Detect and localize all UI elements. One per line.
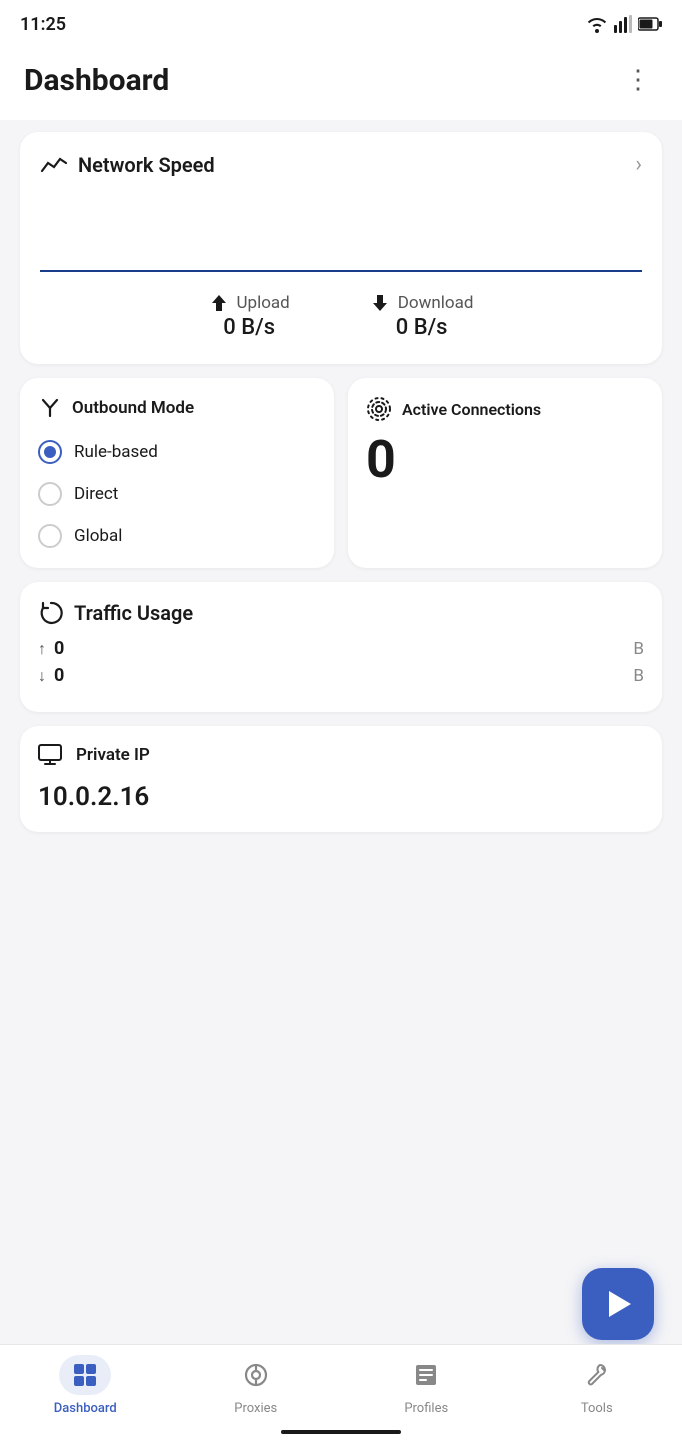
start-button[interactable]	[582, 1268, 654, 1340]
network-speed-chevron[interactable]: ›	[635, 152, 642, 177]
download-icon	[370, 293, 390, 313]
dashboard-icon	[72, 1362, 98, 1388]
upload-label: Upload	[237, 293, 290, 313]
outbound-mode-card: Outbound Mode Rule-based Direct Global	[20, 378, 334, 568]
profiles-icon	[413, 1362, 439, 1388]
private-ip-icon	[38, 744, 66, 766]
connections-title-row: Active Connections	[366, 396, 644, 422]
traffic-title-row: Traffic Usage	[38, 600, 644, 626]
active-connections-card: Active Connections 0	[348, 378, 662, 568]
middle-cards-row: Outbound Mode Rule-based Direct Global	[20, 378, 662, 568]
network-speed-header: Network Speed ›	[40, 152, 642, 177]
active-connections-icon	[366, 396, 392, 422]
traffic-usage-card: Traffic Usage ↑ 0 B ↓ 0 B	[20, 582, 662, 712]
wifi-icon	[586, 15, 608, 33]
network-speed-chart	[40, 193, 642, 273]
play-icon	[609, 1291, 631, 1317]
outbound-title-row: Outbound Mode	[38, 396, 316, 420]
connections-title: Active Connections	[402, 400, 541, 419]
private-ip-card: Private IP 10.0.2.16	[20, 726, 662, 832]
traffic-download-unit: B	[633, 666, 644, 686]
traffic-upload-unit: B	[633, 639, 644, 659]
network-speed-card: Network Speed › Upload 0 B/s	[20, 132, 662, 364]
radio-circle-direct	[38, 482, 62, 506]
header: Dashboard ⋮	[0, 44, 682, 120]
radio-label-direct: Direct	[74, 484, 118, 504]
download-stat: Download 0 B/s	[370, 293, 474, 340]
nav-item-proxies[interactable]: Proxies	[216, 1355, 296, 1416]
traffic-download-left: ↓ 0	[38, 665, 64, 686]
nav-icon-profiles	[400, 1355, 452, 1395]
traffic-download-row: ↓ 0 B	[38, 665, 644, 686]
radio-inner-rule-based	[44, 446, 56, 458]
upload-value: 0 B/s	[223, 315, 275, 340]
traffic-usage-icon	[38, 600, 64, 626]
download-value: 0 B/s	[396, 315, 448, 340]
radio-circle-rule-based	[38, 440, 62, 464]
nav-label-tools: Tools	[581, 1401, 613, 1416]
network-speed-title-row: Network Speed	[40, 153, 215, 177]
proxies-icon	[243, 1362, 269, 1388]
download-label: Download	[398, 293, 474, 313]
status-icons	[586, 15, 662, 33]
nav-label-proxies: Proxies	[234, 1401, 277, 1416]
speed-chart-svg	[40, 193, 642, 273]
network-speed-icon	[40, 153, 68, 177]
radio-rule-based[interactable]: Rule-based	[38, 440, 316, 464]
status-time: 11:25	[20, 14, 66, 35]
connections-count: 0	[366, 434, 644, 486]
nav-icon-dashboard	[59, 1355, 111, 1395]
nav-icon-tools	[571, 1355, 623, 1395]
main-content: Network Speed › Upload 0 B/s	[0, 120, 682, 932]
traffic-title: Traffic Usage	[74, 601, 193, 625]
upload-stat: Upload 0 B/s	[209, 293, 290, 340]
radio-label-global: Global	[74, 526, 122, 546]
status-bar: 11:25	[0, 0, 682, 44]
download-arrow: ↓	[38, 666, 46, 686]
battery-icon	[638, 17, 662, 31]
traffic-rows: ↑ 0 B ↓ 0 B	[38, 638, 644, 686]
nav-icon-proxies	[230, 1355, 282, 1395]
private-ip-title: Private IP	[76, 745, 150, 765]
private-ip-row: Private IP 10.0.2.16	[20, 726, 662, 832]
outbound-mode-title: Outbound Mode	[72, 398, 194, 418]
traffic-row: Traffic Usage ↑ 0 B ↓ 0 B	[20, 582, 662, 712]
radio-label-rule-based: Rule-based	[74, 442, 158, 462]
nav-label-profiles: Profiles	[404, 1401, 448, 1416]
page-title: Dashboard	[24, 63, 169, 98]
speed-stats: Upload 0 B/s Download 0 B/s	[40, 293, 642, 340]
traffic-upload-left: ↑ 0	[38, 638, 64, 659]
nav-item-dashboard[interactable]: Dashboard	[45, 1355, 125, 1416]
outbound-mode-icon	[38, 396, 62, 420]
more-menu-button[interactable]: ⋮	[618, 60, 658, 100]
traffic-download-value: 0	[54, 665, 64, 686]
traffic-upload-row: ↑ 0 B	[38, 638, 644, 659]
radio-direct[interactable]: Direct	[38, 482, 316, 506]
tools-icon	[584, 1362, 610, 1388]
nav-item-profiles[interactable]: Profiles	[386, 1355, 466, 1416]
download-label-row: Download	[370, 293, 474, 313]
radio-global[interactable]: Global	[38, 524, 316, 548]
upload-arrow: ↑	[38, 639, 46, 659]
traffic-upload-value: 0	[54, 638, 64, 659]
nav-label-dashboard: Dashboard	[54, 1401, 117, 1416]
nav-item-tools[interactable]: Tools	[557, 1355, 637, 1416]
ip-title-row: Private IP	[38, 744, 644, 766]
home-indicator	[281, 1430, 401, 1434]
private-ip-value: 10.0.2.16	[38, 782, 149, 812]
signal-icon	[614, 15, 632, 33]
network-speed-title: Network Speed	[78, 153, 215, 177]
upload-label-row: Upload	[209, 293, 290, 313]
radio-circle-global	[38, 524, 62, 548]
upload-icon	[209, 293, 229, 313]
bottom-nav: Dashboard Proxies Profiles	[0, 1344, 682, 1440]
